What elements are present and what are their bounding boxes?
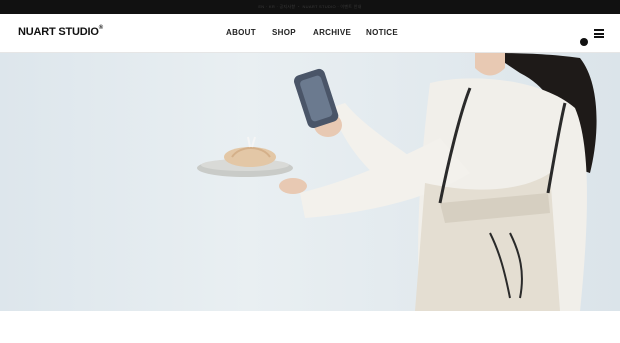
site-header: NUART STUDIO® ABOUT SHOP ARCHIVE NOTICE: [0, 14, 620, 53]
nav-about[interactable]: ABOUT: [226, 28, 256, 37]
dot-indicator: [580, 38, 588, 46]
hero-illustration: [0, 53, 620, 311]
nav-shop[interactable]: SHOP: [272, 28, 296, 37]
main-nav: ABOUT SHOP ARCHIVE NOTICE: [0, 28, 620, 40]
hamburger-menu-icon[interactable]: [594, 29, 604, 38]
content-below-hero: [0, 311, 620, 343]
announcement-bar: EN ‧ KR ‧ 공지사항 ‧ NUART STUDIO ‧ 이벤트 안내: [0, 0, 620, 14]
hero-image: [0, 53, 620, 311]
announcement-text: EN ‧ KR ‧ 공지사항 ‧ NUART STUDIO ‧ 이벤트 안내: [258, 4, 362, 9]
nav-archive[interactable]: ARCHIVE: [313, 28, 351, 37]
nav-notice[interactable]: NOTICE: [366, 28, 398, 37]
